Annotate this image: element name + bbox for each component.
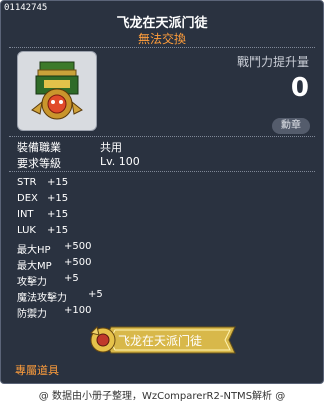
- stat-label: 攻擊力: [17, 277, 47, 288]
- footer-credit: @ 数据由小册子整理，WzComparerR2-NTMS解析 @: [38, 391, 286, 402]
- set-label: 飞龙在天派门徒: [118, 334, 203, 348]
- item-name: 飞龙在天派门徒: [116, 16, 208, 31]
- item-icon-frame: [17, 51, 97, 131]
- requirement-level: 要求等級 Lv. 100: [17, 155, 140, 171]
- stat-row: LUK +15: [17, 225, 68, 236]
- stat-value: +15: [47, 225, 69, 236]
- divider-top: [9, 47, 315, 48]
- divider-stats: [9, 171, 315, 172]
- stat-value: +500: [64, 241, 92, 252]
- stat-row: 魔法攻擊力 +5: [17, 289, 103, 304]
- item-tooltip: 01142745 飞龙在天派门徒 無法交換 戰鬥力提升量 0 勳章 裝備職業 共…: [0, 0, 324, 384]
- stat-value: +15: [47, 193, 69, 204]
- divider-mid: [9, 136, 315, 137]
- stat-value: +15: [47, 209, 69, 220]
- requirement-job: 裝備職業 共用: [17, 139, 122, 155]
- requirement-value: 共用: [100, 141, 122, 154]
- power-increase-label: 戰鬥力提升量: [236, 55, 309, 69]
- requirement-value: Lv. 100: [100, 155, 140, 168]
- requirement-label: 裝備職業: [17, 141, 61, 154]
- stat-label: STR: [17, 177, 37, 188]
- stat-label: 魔法攻擊力: [17, 293, 67, 304]
- stat-row: 防禦力 +100: [17, 305, 91, 320]
- dragon-medal-icon: [31, 61, 83, 120]
- trade-status: 無法交換: [137, 32, 186, 46]
- stat-label: DEX: [17, 193, 38, 204]
- stat-value: +500: [64, 257, 92, 268]
- stat-value: +100: [64, 305, 92, 316]
- stat-label: 最大HP: [17, 245, 51, 256]
- special-item-label: 專屬道具: [15, 364, 59, 377]
- power-increase-value: 0: [290, 73, 309, 103]
- stat-row: STR +15: [17, 177, 68, 188]
- stat-value: +5: [88, 289, 103, 300]
- stat-label: 防禦力: [17, 309, 47, 320]
- stat-label: 最大MP: [17, 261, 52, 272]
- stat-label: LUK: [17, 225, 36, 236]
- stat-label: INT: [17, 209, 34, 220]
- stat-row: DEX +15: [17, 193, 68, 204]
- stat-row: 最大HP +500: [17, 241, 91, 256]
- requirement-label: 要求等級: [17, 157, 61, 170]
- stat-row: INT +15: [17, 209, 68, 220]
- stat-value: +15: [47, 177, 69, 188]
- stat-row: 攻擊力 +5: [17, 273, 79, 288]
- medal-button[interactable]: 勳章: [272, 118, 310, 134]
- stat-row: 最大MP +500: [17, 257, 91, 272]
- stat-value: +5: [64, 273, 79, 284]
